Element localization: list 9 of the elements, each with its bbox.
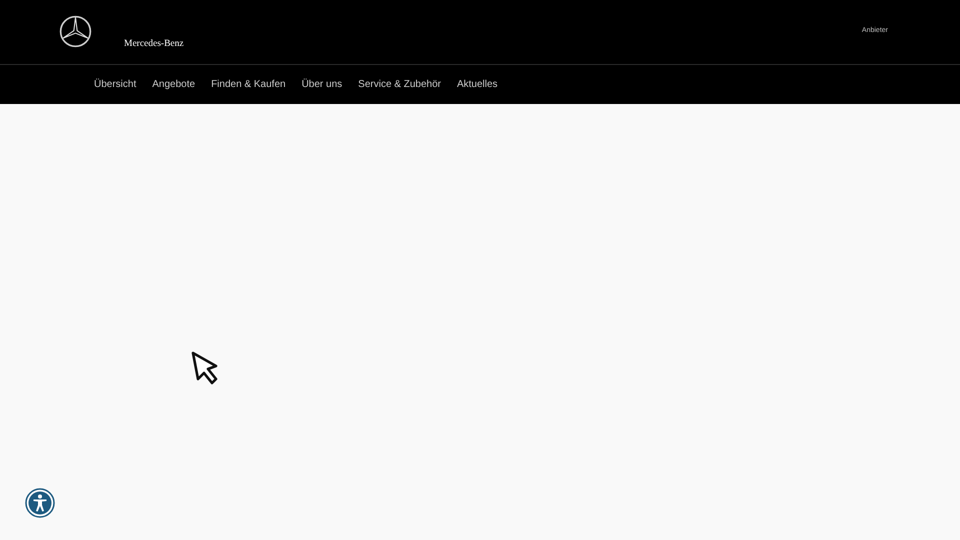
nav-link[interactable]: Übersicht xyxy=(94,79,136,90)
nav-link[interactable]: Service & Zubehör xyxy=(358,79,441,90)
logo-icon[interactable] xyxy=(59,15,92,48)
nav-link[interactable]: Finden & Kaufen xyxy=(211,79,286,90)
brand-name: Mercedes-Benz xyxy=(124,39,184,49)
nav-link[interactable]: Angebote xyxy=(152,79,196,90)
nav-link[interactable]: Über uns xyxy=(302,79,342,90)
nav-link[interactable]: Aktuelles xyxy=(456,79,498,90)
accessibility-icon[interactable] xyxy=(25,488,55,518)
